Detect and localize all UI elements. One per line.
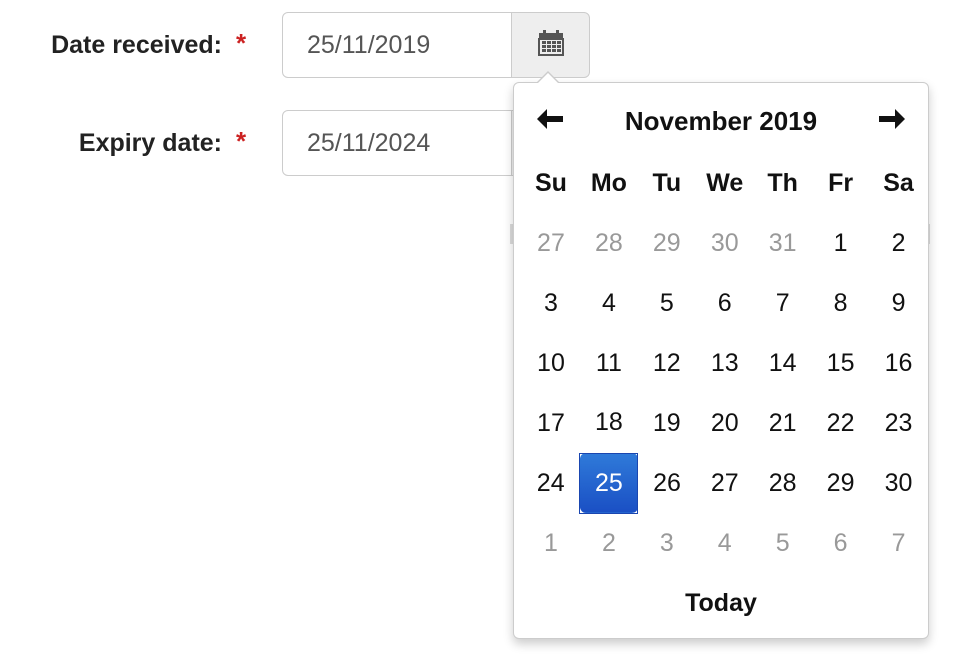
calendar-day[interactable]: 16	[870, 333, 928, 393]
calendar-day-other-month[interactable]: 7	[870, 513, 928, 573]
calendar-day-other-month[interactable]: 4	[696, 513, 754, 573]
calendar-day[interactable]: 27	[696, 453, 754, 513]
weekday-label: Su	[534, 168, 567, 197]
calendar-day[interactable]: 11	[580, 333, 638, 393]
expiry-date-label: Expiry date:	[78, 129, 222, 157]
weekday-header-row: Su Mo Tu We Th Fr Sa	[522, 153, 928, 213]
calendar-day[interactable]: 24	[522, 453, 580, 513]
datepicker-caret-fill	[537, 73, 559, 84]
calendar-day[interactable]: 3	[522, 273, 580, 333]
weekday-label: Fr	[828, 168, 854, 197]
calendar-day[interactable]: 21	[754, 393, 812, 453]
calendar-week-row: 17 18 19 20 21 22 23	[522, 393, 928, 453]
date-received-input-group	[282, 12, 590, 78]
calendar-day[interactable]: 15	[812, 333, 870, 393]
calendar-day-other-month[interactable]: 28	[580, 213, 638, 273]
calendar-day[interactable]: 5	[638, 273, 696, 333]
weekday-label: Mo	[590, 168, 627, 197]
expiry-date-row: Expiry date: *	[0, 110, 600, 176]
calendar-day-other-month[interactable]: 30	[696, 213, 754, 273]
month-title[interactable]: November 2019	[594, 93, 848, 149]
weekday-label: Tu	[652, 168, 682, 197]
calendar-day[interactable]: 4	[580, 273, 638, 333]
calendar-week-row: 27 28 29 30 31 1 2	[522, 213, 928, 273]
arrow-left-icon	[535, 107, 565, 136]
calendar-week-row: 10 11 12 13 14 15 16	[522, 333, 928, 393]
calendar-day-other-month[interactable]: 3	[638, 513, 696, 573]
calendar-week-row: 3456789	[522, 273, 928, 333]
calendar-day[interactable]: 20	[696, 393, 754, 453]
date-received-row: Date received: *	[0, 12, 600, 78]
calendar-day[interactable]: 14	[754, 333, 812, 393]
calendar-icon	[537, 29, 564, 61]
page: Date received: * 25/11/2019 Expiry date:…	[0, 0, 976, 658]
arrow-right-icon	[877, 107, 907, 136]
calendar-day[interactable]: 10	[522, 333, 580, 393]
calendar-day[interactable]: 26	[638, 453, 696, 513]
calendar-day-selected[interactable]: 25	[579, 452, 639, 514]
calendar-day[interactable]: 28	[754, 453, 812, 513]
weekday-label: Th	[767, 168, 798, 197]
calendar-day[interactable]: 1	[812, 213, 870, 273]
calendar-day[interactable]: 19	[638, 393, 696, 453]
required-asterisk: *	[236, 28, 247, 58]
calendar-days: 27 28 29 30 31 1 2 3 4 5 6 7 8 9 10 11 12 13 14 15 16 17 18 19 2…	[522, 213, 928, 573]
calendar-day-other-month[interactable]: 31	[754, 213, 812, 273]
required-asterisk: *	[236, 126, 247, 156]
calendar-day[interactable]: 18	[580, 393, 638, 453]
calendar-day-other-month[interactable]: 6	[812, 513, 870, 573]
weekday-label: We	[706, 168, 744, 197]
calendar-day-other-month[interactable]: 29	[638, 213, 696, 273]
calendar-week-row: 1234567	[522, 513, 928, 573]
date-received-input[interactable]	[282, 12, 512, 78]
today-button[interactable]: Today	[514, 573, 928, 633]
date-received-label: Date received:	[51, 31, 222, 59]
calendar-day[interactable]: 12	[638, 333, 696, 393]
expiry-date-input[interactable]	[282, 110, 512, 176]
calendar-day[interactable]: 9	[870, 273, 928, 333]
calendar-day[interactable]: 30	[870, 453, 928, 513]
calendar-day[interactable]: 7	[754, 273, 812, 333]
date-received-calendar-button[interactable]	[512, 12, 590, 78]
prev-month-button[interactable]	[520, 93, 580, 149]
calendar-day-other-month[interactable]: 5	[754, 513, 812, 573]
calendar-day[interactable]: 17	[522, 393, 580, 453]
calendar-day-other-month[interactable]: 2	[580, 513, 638, 573]
calendar-day[interactable]: 2	[870, 213, 928, 273]
calendar-day[interactable]: 29	[812, 453, 870, 513]
next-month-button[interactable]	[862, 93, 922, 149]
calendar-day-other-month[interactable]: 1	[522, 513, 580, 573]
weekday-label: Sa	[883, 168, 914, 197]
calendar-day[interactable]: 23	[870, 393, 928, 453]
datepicker-header: November 2019	[514, 93, 928, 149]
calendar-day[interactable]: 22	[812, 393, 870, 453]
datepicker-popup: November 2019 Su Mo Tu We Th Fr Sa 27 28…	[513, 71, 929, 639]
calendar-week-row: 24 25 26 27 28 29 30	[522, 452, 928, 514]
calendar-day[interactable]: 8	[812, 273, 870, 333]
calendar-day[interactable]: 13	[696, 333, 754, 393]
calendar-grid: Su Mo Tu We Th Fr Sa 27 28 29 30 31 1 2 3 4 5 6 7 8 9…	[522, 153, 928, 573]
calendar-day[interactable]: 6	[696, 273, 754, 333]
calendar-day-other-month[interactable]: 27	[522, 213, 580, 273]
